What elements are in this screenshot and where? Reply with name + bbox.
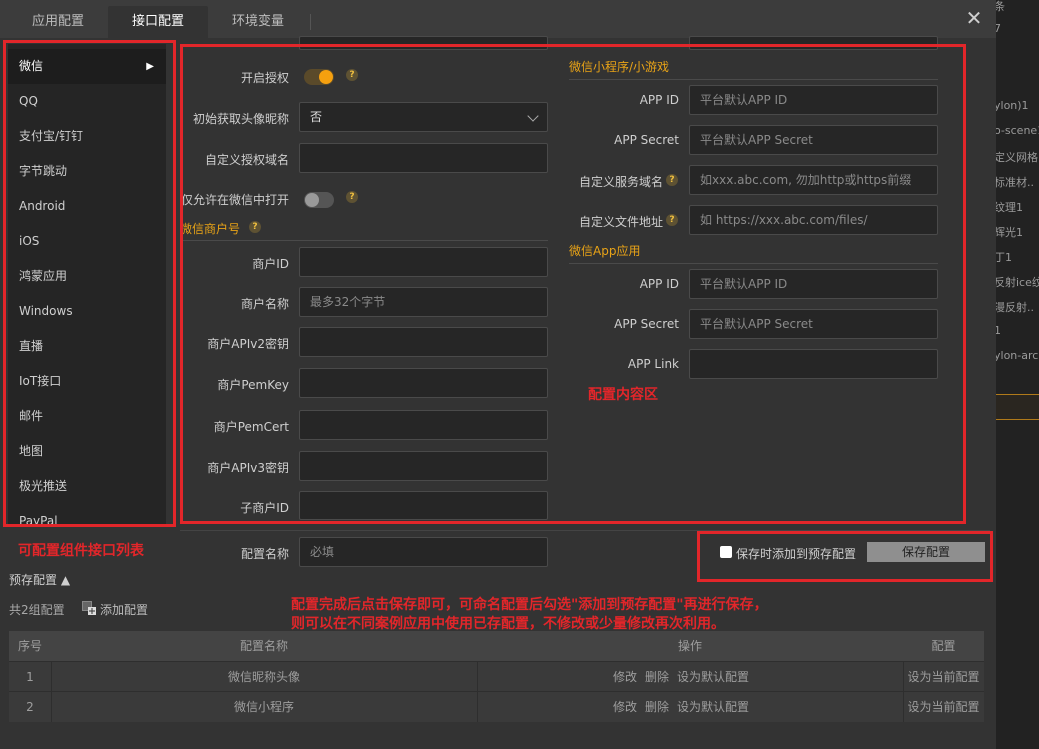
row-name: 微信昵称头像 <box>227 670 300 684</box>
set-default-link[interactable]: 设为默认配置 <box>677 670 749 684</box>
row-index: 1 <box>26 670 34 684</box>
bg-selection-bar <box>996 394 1039 420</box>
column-header: 配置名称 <box>239 639 288 653</box>
bg-item: 定义网格1 <box>996 151 1039 164</box>
background-panel: 条 7 ylon)1 o-scene1 定义网格1 标准材.. 纹理1 辉光1 … <box>996 0 1039 749</box>
bg-item: 7 <box>996 22 1001 35</box>
bg-item: 丁1 <box>996 251 1012 264</box>
tab-divider <box>310 14 311 30</box>
table-row: 2 微信小程序 修改 删除 设为默认配置 设为当前配置 <box>9 691 984 722</box>
close-icon[interactable]: ✕ <box>962 6 986 30</box>
bg-item: 纹理1 <box>996 201 1023 214</box>
bg-item: ylon-arc.. <box>996 349 1039 362</box>
bg-item: 漫反射.. <box>996 301 1034 314</box>
bg-item: o-scene1 <box>996 124 1039 137</box>
tab-env-vars[interactable]: 环境变量 <box>218 6 298 38</box>
tab-bar: 应用配置 接口配置 环境变量 ✕ <box>0 0 996 38</box>
row-name: 微信小程序 <box>233 700 294 714</box>
row-actions: 修改 删除 设为默认配置 <box>609 692 769 722</box>
table-row: 1 微信昵称头像 修改 删除 设为默认配置 设为当前配置 <box>9 661 984 692</box>
annotation-list-note: 可配置组件接口列表 <box>18 543 144 559</box>
column-header: 操作 <box>677 639 702 653</box>
tab-interface-config[interactable]: 接口配置 <box>108 6 208 38</box>
set-default-link[interactable]: 设为默认配置 <box>677 700 749 714</box>
annotation-save-note-line2: 则可以在不同案例应用中使用已存配置，不修改或少量修改再次利用。 <box>291 616 725 632</box>
add-icon <box>82 601 96 615</box>
add-config-label: 添加配置 <box>100 603 149 617</box>
table-header-row: 序号 配置名称 操作 配置 <box>9 631 984 661</box>
tab-app-config[interactable]: 应用配置 <box>18 6 98 38</box>
delete-link[interactable]: 删除 <box>645 700 669 714</box>
bg-item: 辉光1 <box>996 226 1023 239</box>
interface-config-dialog: 应用配置 接口配置 环境变量 ✕ 微信 ▶ QQ 支付宝/钉钉 字节跳动 And… <box>0 0 996 749</box>
row-index: 2 <box>26 700 34 714</box>
bg-item: ylon)1 <box>996 99 1029 112</box>
config-name-input[interactable]: 必填 <box>299 537 548 567</box>
column-header: 序号 <box>17 639 42 653</box>
edit-link[interactable]: 修改 <box>613 670 637 684</box>
delete-link[interactable]: 删除 <box>645 670 669 684</box>
column-header: 配置 <box>931 639 956 653</box>
presets-count: 共2组配置 <box>9 603 65 617</box>
annotation-save-note-line1: 配置完成后点击保存即可，可命名配置后勾选"添加到预存配置"再进行保存， <box>291 597 768 613</box>
annotation-box-content <box>180 44 966 524</box>
bg-item: 1 <box>996 324 1001 337</box>
config-name-label: 配置名称 <box>240 547 289 561</box>
edit-link[interactable]: 修改 <box>613 700 637 714</box>
apply-config-link[interactable]: 设为当前配置 <box>903 662 984 692</box>
annotation-content-note: 配置内容区 <box>588 387 658 403</box>
bg-item: 反射ice纹.. <box>996 276 1039 289</box>
presets-table: 序号 配置名称 操作 配置 1 微信昵称头像 修改 删除 设为默认配置 设为当前配置… <box>9 631 984 722</box>
bg-item: 标准材.. <box>996 176 1034 189</box>
annotation-box-interface-list <box>3 40 176 527</box>
row-actions: 修改 删除 设为默认配置 <box>609 662 769 692</box>
annotation-box-save <box>697 531 993 582</box>
bg-item: 条 <box>996 0 1005 13</box>
apply-config-link[interactable]: 设为当前配置 <box>903 692 984 722</box>
cell-divider <box>477 692 478 722</box>
cell-divider <box>477 662 478 692</box>
presets-header[interactable]: 预存配置 ▲ <box>9 571 70 588</box>
